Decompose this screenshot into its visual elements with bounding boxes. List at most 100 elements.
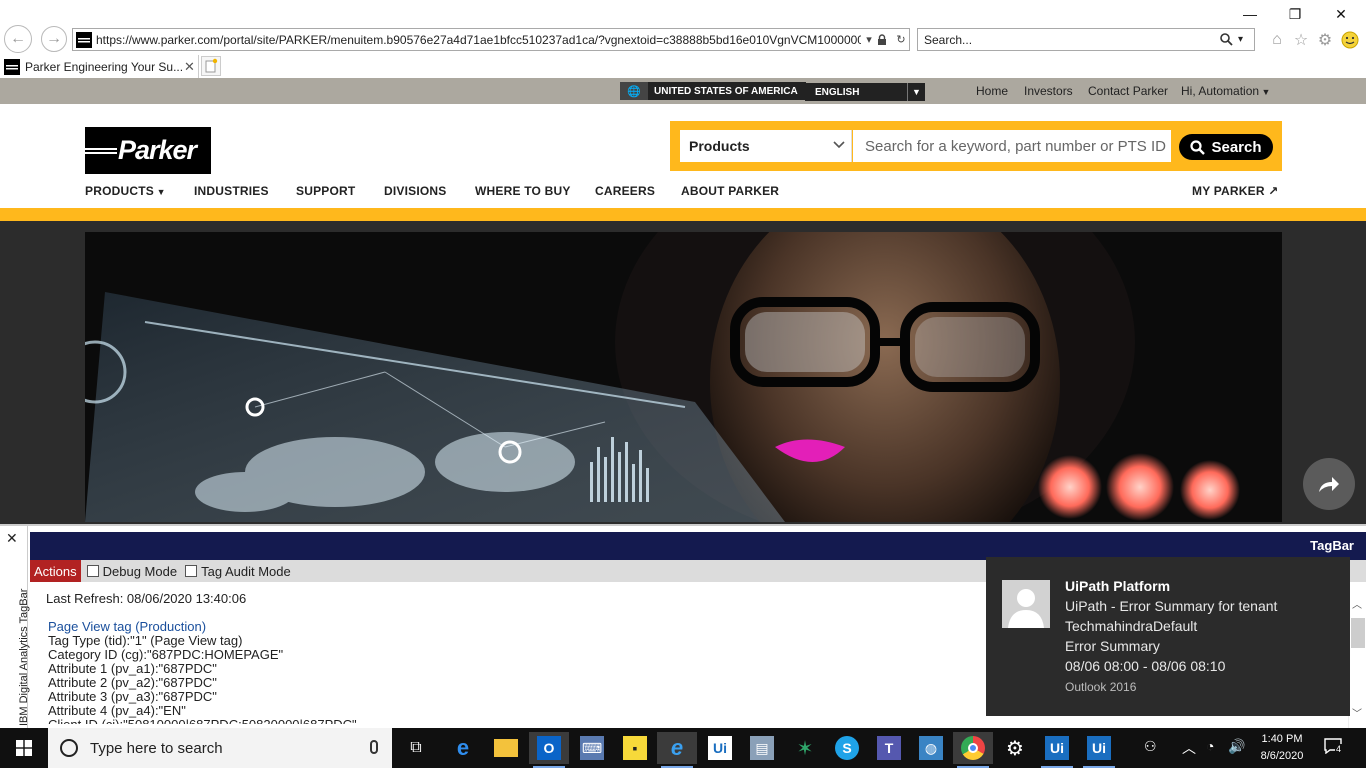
nav-support[interactable]: SUPPORT [296, 184, 355, 198]
taskbar-globe-app[interactable]: ◍ [911, 732, 951, 764]
parker-favicon [76, 31, 92, 48]
actions-button[interactable]: Actions [30, 560, 81, 582]
taskbar-teams[interactable]: T [869, 732, 909, 764]
nav-divisions[interactable]: DIVISIONS [384, 184, 446, 198]
refresh-icon[interactable]: ↻ [893, 33, 909, 46]
hero-image [85, 232, 1282, 522]
scroll-down-icon[interactable]: ﹀ [1352, 705, 1362, 720]
people-icon[interactable]: ⚇ [1144, 738, 1157, 755]
toast-line-4: 08/06 08:00 - 08/06 08:10 [1065, 658, 1226, 674]
task-view-button[interactable]: ⧉ [396, 732, 436, 764]
tagbar-scrollbar[interactable]: ︿ ﹀ [1348, 592, 1366, 730]
country-selector[interactable]: 🌐 UNITED STATES OF AMERICA [620, 82, 806, 100]
tag-audit-mode-checkbox[interactable] [185, 565, 198, 577]
taskbar-network-app[interactable]: ▤ [742, 732, 782, 764]
microphone-icon[interactable] [370, 740, 378, 754]
address-bar[interactable]: https://www.parker.com/portal/site/PARKE… [72, 28, 910, 51]
scrollbar-thumb[interactable] [1351, 618, 1365, 648]
logo-stripes [85, 148, 117, 154]
uipath-icon: Ui [1045, 736, 1069, 760]
chevron-up-icon[interactable]: ︿ [1182, 738, 1196, 758]
back-button[interactable]: ← [4, 25, 32, 53]
util-link-investors[interactable]: Investors [1024, 84, 1073, 98]
util-link-contact[interactable]: Contact Parker [1088, 84, 1168, 98]
nav-where-to-buy[interactable]: WHERE TO BUY [475, 184, 571, 198]
browser-tab[interactable]: Parker Engineering Your Su... ✕ [0, 55, 199, 78]
tag-line: Attribute 1 (pv_a1):"687PDC" [48, 661, 217, 676]
close-icon: ✕ [1335, 5, 1347, 22]
search-icon[interactable] [1220, 33, 1238, 46]
restore-button[interactable]: ❐ [1272, 4, 1318, 24]
new-tab-button[interactable] [201, 56, 221, 76]
taskbar-uipath-studio[interactable]: Ui [700, 732, 740, 764]
tag-line: Tag Type (tid):"1" (Page View tag) [48, 633, 243, 648]
system-clock[interactable]: 1:40 PM 8/6/2020 [1252, 731, 1312, 765]
toast-app-name: UiPath Platform [1065, 578, 1171, 594]
world-map-icon: 🌐 [620, 82, 648, 100]
dropdown-arrow-icon[interactable]: ▾ [861, 33, 877, 46]
avatar [1002, 580, 1050, 628]
taskbar-green-app[interactable]: ✶ [785, 732, 825, 764]
debug-mode-toggle[interactable]: Debug Mode [86, 564, 177, 579]
forward-button[interactable]: → [41, 26, 67, 52]
nav-my-parker[interactable]: MY PARKER ↗ [1192, 184, 1279, 198]
star-app-icon: ✶ [796, 737, 814, 760]
edge-icon: e [456, 735, 470, 760]
site-search-input[interactable]: Search for a keyword, part number or PTS… [853, 130, 1171, 162]
nav-industries[interactable]: INDUSTRIES [194, 184, 269, 198]
notification-toast[interactable]: UiPath Platform UiPath - Error Summary f… [986, 557, 1350, 716]
taskbar-uipath-robot[interactable]: Ui [1037, 732, 1077, 768]
taskbar-sticky-notes[interactable]: ▪ [615, 732, 655, 764]
tag-line: Client ID (ci):"50810000|687PDC;50820000… [48, 718, 357, 724]
url-text[interactable]: https://www.parker.com/portal/site/PARKE… [96, 33, 861, 47]
close-window-button[interactable]: ✕ [1318, 4, 1364, 24]
tag-audit-mode-toggle[interactable]: Tag Audit Mode [185, 564, 291, 579]
restore-icon: ❐ [1288, 5, 1302, 22]
nav-about-parker[interactable]: ABOUT PARKER [681, 184, 779, 198]
taskbar-settings[interactable]: ⚙ [995, 732, 1035, 764]
volume-icon[interactable]: 🔊 [1228, 738, 1245, 755]
action-center-button[interactable]: 4 [1324, 738, 1346, 758]
util-link-home[interactable]: Home [976, 84, 1008, 98]
folder-icon [494, 739, 518, 757]
lock-icon[interactable] [877, 33, 893, 46]
favorites-star-icon[interactable]: ☆ [1291, 30, 1311, 50]
taskbar-file-explorer[interactable] [486, 732, 526, 764]
smiley-feedback-icon[interactable] [1340, 30, 1360, 50]
taskbar-outlook[interactable]: O [529, 732, 569, 768]
browser-search-box[interactable]: Search... ▾ [917, 28, 1255, 51]
taskbar-search[interactable]: Type here to search [48, 728, 392, 768]
scroll-up-icon[interactable]: ︿ [1352, 596, 1362, 611]
taskbar-skype[interactable]: S [827, 732, 867, 764]
share-button[interactable] [1303, 458, 1355, 510]
settings-gear-icon[interactable]: ⚙ [1315, 30, 1335, 50]
toast-line-3: Error Summary [1065, 638, 1160, 654]
site-search-button[interactable]: Search [1179, 134, 1273, 160]
taskbar-uipath-assistant[interactable]: Ui [1079, 732, 1119, 768]
share-arrow-icon [1319, 477, 1339, 492]
debug-mode-checkbox[interactable] [86, 565, 99, 577]
minimize-button[interactable]: — [1227, 4, 1273, 24]
chrome-icon [961, 736, 985, 760]
wifi-icon[interactable]: ◔ [1206, 738, 1214, 754]
tab-close-icon[interactable]: ✕ [184, 59, 198, 75]
browser-search-input[interactable]: Search... [924, 33, 1220, 47]
util-link-account[interactable]: Hi, Automation ▼ [1181, 84, 1270, 98]
last-refresh: Last Refresh: 08/06/2020 13:40:06 [46, 591, 247, 606]
taskbar-internet-explorer[interactable]: e [657, 732, 697, 768]
nav-products[interactable]: PRODUCTS ▼ [85, 184, 166, 198]
home-icon[interactable]: ⌂ [1267, 30, 1287, 50]
tagbar-close-icon[interactable]: ✕ [6, 530, 18, 547]
taskbar-remote-desktop[interactable]: ⌨ [572, 732, 612, 764]
taskbar-edge[interactable]: e [443, 732, 483, 764]
start-button[interactable] [0, 728, 48, 768]
language-selector[interactable]: ENGLISH ▼ [805, 83, 925, 101]
search-dropdown-icon[interactable]: ▾ [1238, 34, 1254, 45]
parker-logo[interactable]: Parker [85, 127, 211, 174]
hero-illustration [85, 232, 1282, 522]
search-category-select[interactable]: Products [680, 130, 852, 162]
taskbar-chrome[interactable] [953, 732, 993, 768]
tab-title[interactable]: Parker Engineering Your Su... [25, 60, 184, 74]
nav-careers[interactable]: CAREERS [595, 184, 655, 198]
page-view-tag-link[interactable]: Page View tag (Production) [48, 620, 357, 634]
